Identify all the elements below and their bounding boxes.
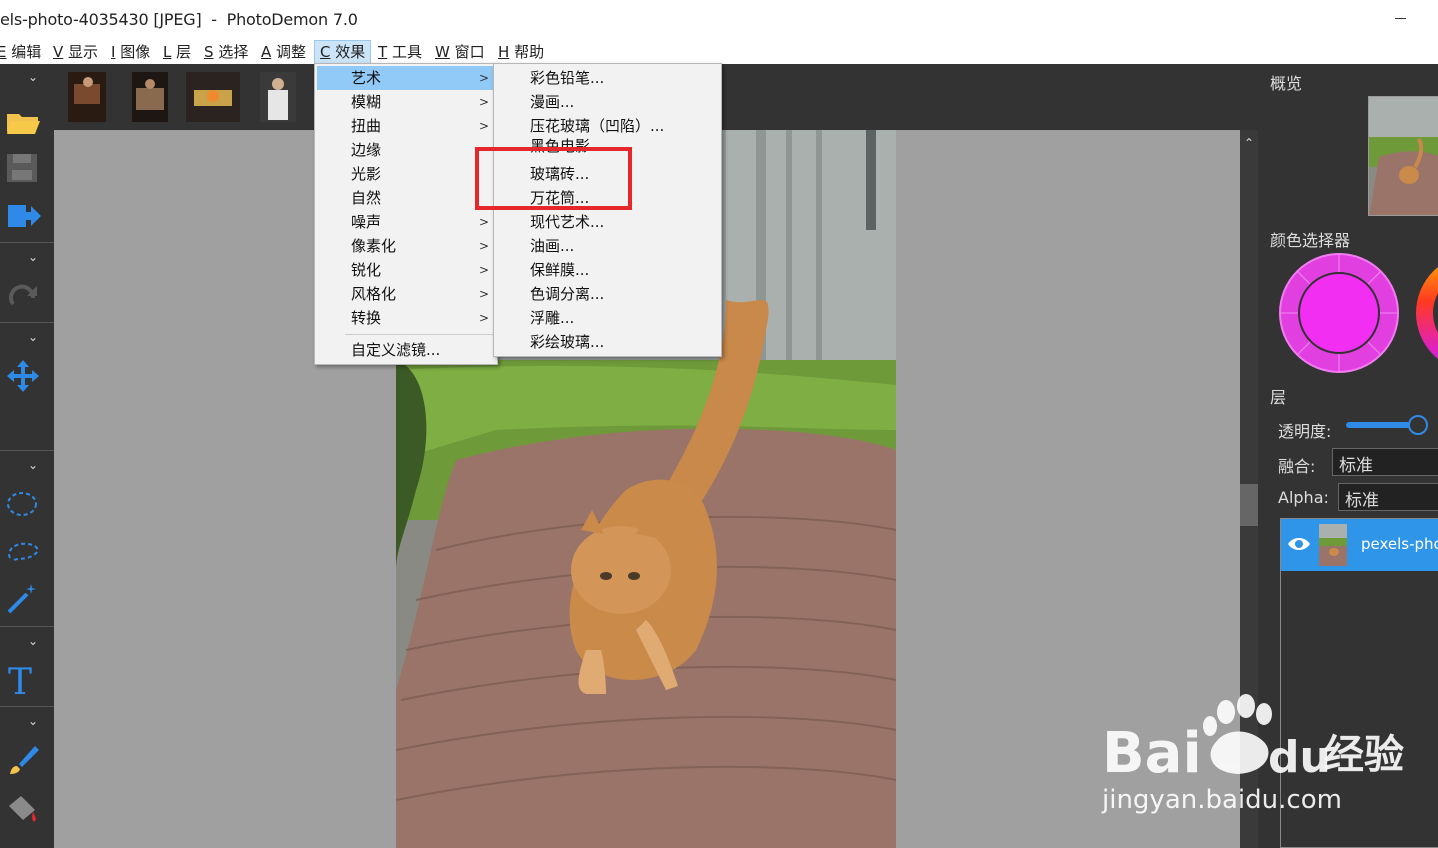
layer-row[interactable]: pexels-phot (1281, 519, 1438, 571)
layer-name: pexels-phot (1361, 535, 1438, 553)
menu-bar: E 编辑 V 显示 I 图像 L 层 S 选择 A 调整 C 效果 T 工具 W… (0, 40, 1438, 64)
artistic-submenu: 彩色铅笔... 漫画... 压花玻璃（凹陷）... 黑色电影... 玻璃砖...… (493, 63, 722, 357)
chevron-right-icon: > (479, 71, 490, 85)
image-thumbnail[interactable] (186, 72, 240, 122)
alpha-label: Alpha: (1278, 488, 1329, 507)
menu-item-blur[interactable]: 模糊 (351, 90, 381, 114)
image-thumbnail[interactable] (132, 72, 168, 122)
annotation-highlight-box (475, 147, 632, 210)
scrollbar-thumb[interactable] (1240, 484, 1258, 526)
color-wheel[interactable] (1278, 252, 1400, 374)
layers-title: 层 (1270, 388, 1287, 407)
chevron-down-icon[interactable]: ⌄ (28, 251, 42, 263)
opacity-slider[interactable] (1346, 422, 1416, 428)
title-bar: els-photo-4035430 [JPEG] - PhotoDemon 7.… (0, 0, 1438, 40)
opacity-slider-knob[interactable] (1408, 415, 1428, 435)
chevron-down-icon[interactable]: ⌄ (28, 71, 42, 83)
overview-title: 概览 (1270, 74, 1303, 93)
redo-icon[interactable] (5, 278, 41, 314)
submenu-oil-painting[interactable]: 油画... (530, 234, 574, 258)
menu-edit[interactable]: E 编辑 (0, 42, 41, 64)
submenu-embossed-glass[interactable]: 压花玻璃（凹陷）... (530, 114, 664, 138)
fill-bucket-icon[interactable] (5, 790, 41, 826)
menu-item-pixelate[interactable]: 像素化 (351, 234, 396, 258)
effects-menu: 艺术 > 模糊 > 扭曲 > 边缘 光影 自然 噪声 > 像素化 > 锐化 > … (314, 63, 498, 365)
overview-preview[interactable] (1368, 96, 1438, 216)
chevron-down-icon[interactable]: ⌄ (28, 331, 42, 343)
blend-label: 融合: (1278, 457, 1316, 476)
lasso-icon[interactable] (5, 532, 41, 568)
submenu-comic[interactable]: 漫画... (530, 90, 574, 114)
chevron-right-icon: > (479, 263, 490, 277)
menu-item-transform[interactable]: 转换 (351, 306, 381, 330)
submenu-plastic-wrap[interactable]: 保鲜膜... (530, 258, 589, 282)
menu-separator (345, 334, 495, 335)
submenu-colored-pencil[interactable]: 彩色铅笔... (530, 66, 604, 90)
chevron-right-icon: > (479, 311, 490, 325)
watermark-url: jingyan.baidu.com (1101, 785, 1342, 815)
menu-adjust[interactable]: A 调整 (261, 42, 306, 64)
save-icon[interactable] (5, 150, 41, 186)
image-thumbnail[interactable] (68, 72, 106, 122)
submenu-modern-art[interactable]: 现代艺术... (530, 210, 604, 234)
alpha-mode-dropdown[interactable]: 标准 (1338, 483, 1438, 511)
layer-thumbnail (1319, 524, 1347, 566)
chevron-right-icon: > (479, 215, 490, 229)
svg-text:T: T (8, 662, 32, 698)
submenu-relief[interactable]: 浮雕... (530, 306, 574, 330)
move-icon[interactable] (5, 358, 41, 394)
menu-item-artistic[interactable]: 艺术 (317, 66, 495, 90)
magic-wand-icon[interactable] (5, 580, 41, 616)
menu-help[interactable]: H 帮助 (498, 42, 544, 64)
submenu-posterize[interactable]: 色调分离... (530, 282, 604, 306)
window-title: els-photo-4035430 [JPEG] - PhotoDemon 7.… (0, 10, 358, 29)
opacity-label: 透明度: (1278, 422, 1332, 441)
menu-item-light-shadow[interactable]: 光影 (351, 162, 381, 186)
menu-effects[interactable]: C 效果 (314, 40, 372, 64)
chevron-up-icon[interactable]: ⌃ (1244, 136, 1254, 150)
chevron-down-icon[interactable]: ⌄ (28, 635, 42, 647)
export-icon[interactable] (5, 198, 41, 234)
open-folder-icon[interactable] (5, 102, 41, 138)
chevron-right-icon: > (479, 239, 490, 253)
watermark-brand-du: du (1268, 732, 1331, 783)
hue-wheel[interactable] (1414, 252, 1438, 374)
menu-view[interactable]: V 显示 (53, 42, 98, 64)
brush-icon[interactable] (5, 742, 41, 778)
watermark-cn: 经验 (1324, 732, 1404, 778)
menu-window[interactable]: W 窗口 (435, 42, 485, 64)
chevron-down-icon[interactable]: ⌄ (28, 459, 42, 471)
menu-item-custom-filter[interactable]: 自定义滤镜... (351, 338, 440, 362)
menu-tools[interactable]: T 工具 (378, 42, 422, 64)
menu-select[interactable]: S 选择 (204, 42, 248, 64)
menu-image[interactable]: I 图像 (111, 42, 150, 64)
image-thumbnail[interactable] (260, 72, 296, 122)
menu-item-edges[interactable]: 边缘 (351, 138, 381, 162)
text-tool-icon[interactable]: T (5, 662, 41, 703)
eye-icon[interactable] (1287, 535, 1311, 553)
chevron-right-icon: > (479, 119, 490, 133)
menu-item-stylize[interactable]: 风格化 (351, 282, 396, 306)
ellipse-select-icon[interactable] (5, 486, 41, 522)
menu-item-distort[interactable]: 扭曲 (351, 114, 381, 138)
blend-mode-dropdown[interactable]: 标准 (1332, 448, 1438, 476)
chevron-right-icon: > (479, 287, 490, 301)
submenu-stained-glass[interactable]: 彩绘玻璃... (530, 330, 604, 354)
toolbox: ⌄ ⌄ ⌄ ⌄ ⌄ T ⌄ (0, 64, 54, 848)
menu-item-sharpen[interactable]: 锐化 (351, 258, 381, 282)
chevron-down-icon[interactable]: ⌄ (28, 715, 42, 727)
menu-layer[interactable]: L 层 (163, 42, 191, 64)
color-picker-title: 颜色选择器 (1270, 231, 1351, 250)
baidu-jingyan-watermark: Bai du 经验 jingyan.baidu.com (1101, 694, 1404, 815)
watermark-brand: Bai (1102, 721, 1202, 786)
minimize-button[interactable] (1384, 8, 1424, 30)
menu-item-nature[interactable]: 自然 (351, 186, 381, 210)
menu-item-noise[interactable]: 噪声 (351, 210, 381, 234)
chevron-right-icon: > (479, 95, 490, 109)
